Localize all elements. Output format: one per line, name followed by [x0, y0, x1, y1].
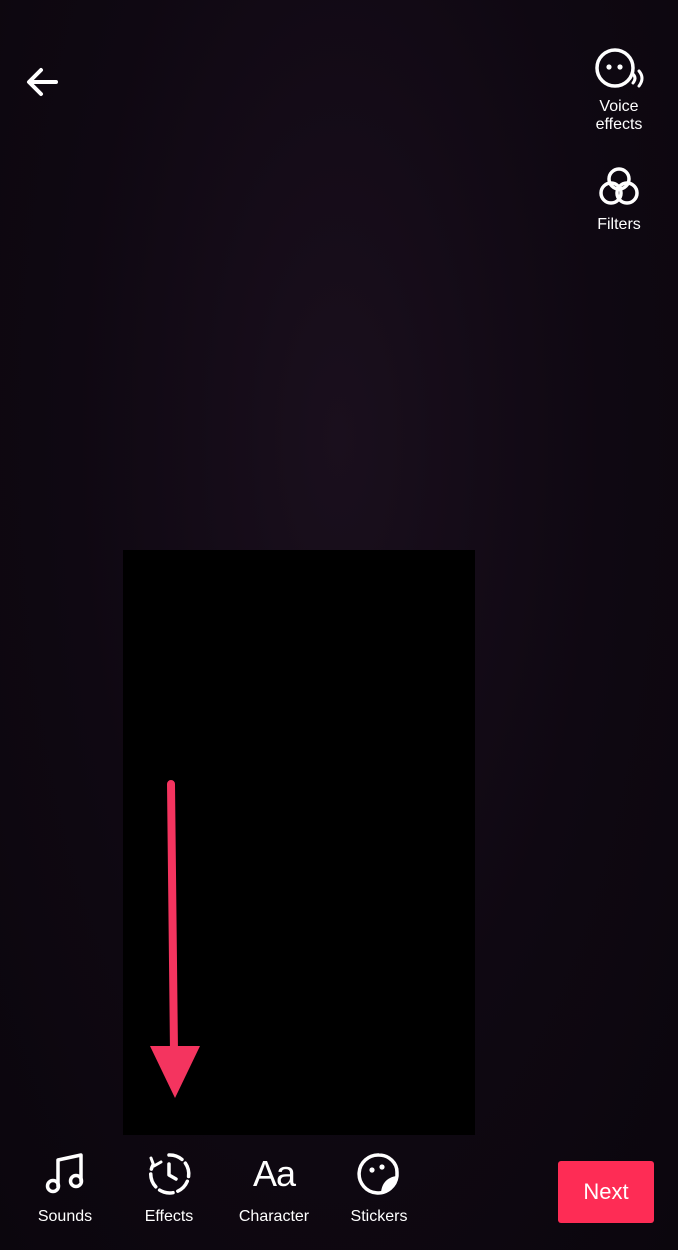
filters-button[interactable]: Filters	[582, 164, 656, 234]
back-button[interactable]	[18, 58, 66, 106]
voice-effects-icon	[595, 48, 644, 88]
character-button[interactable]: Aa Character	[232, 1148, 316, 1226]
filters-label: Filters	[597, 216, 641, 233]
effects-timer-icon	[149, 1153, 191, 1195]
sounds-label: Sounds	[37, 1208, 93, 1225]
sounds-button[interactable]: Sounds	[28, 1148, 102, 1226]
voice-effects-button[interactable]: Voice effects	[582, 44, 656, 134]
effects-label: Effects	[144, 1208, 194, 1225]
arrow-left-icon	[27, 68, 58, 96]
video-editor-screen: Voice effects Filters Sounds Effects Aa …	[0, 0, 678, 1250]
stickers-button[interactable]: Stickers	[342, 1148, 416, 1226]
filters-icon	[599, 167, 639, 205]
voice-effects-label: Voice effects	[595, 98, 643, 133]
music-note-icon	[45, 1153, 84, 1194]
next-button[interactable]: Next	[558, 1161, 654, 1223]
sticker-face-icon	[357, 1153, 399, 1195]
character-label: Character	[238, 1208, 310, 1225]
video-preview[interactable]	[123, 550, 475, 1135]
effects-button[interactable]: Effects	[132, 1148, 206, 1226]
character-aa-icon: Aa	[252, 1153, 296, 1194]
stickers-label: Stickers	[350, 1208, 408, 1225]
